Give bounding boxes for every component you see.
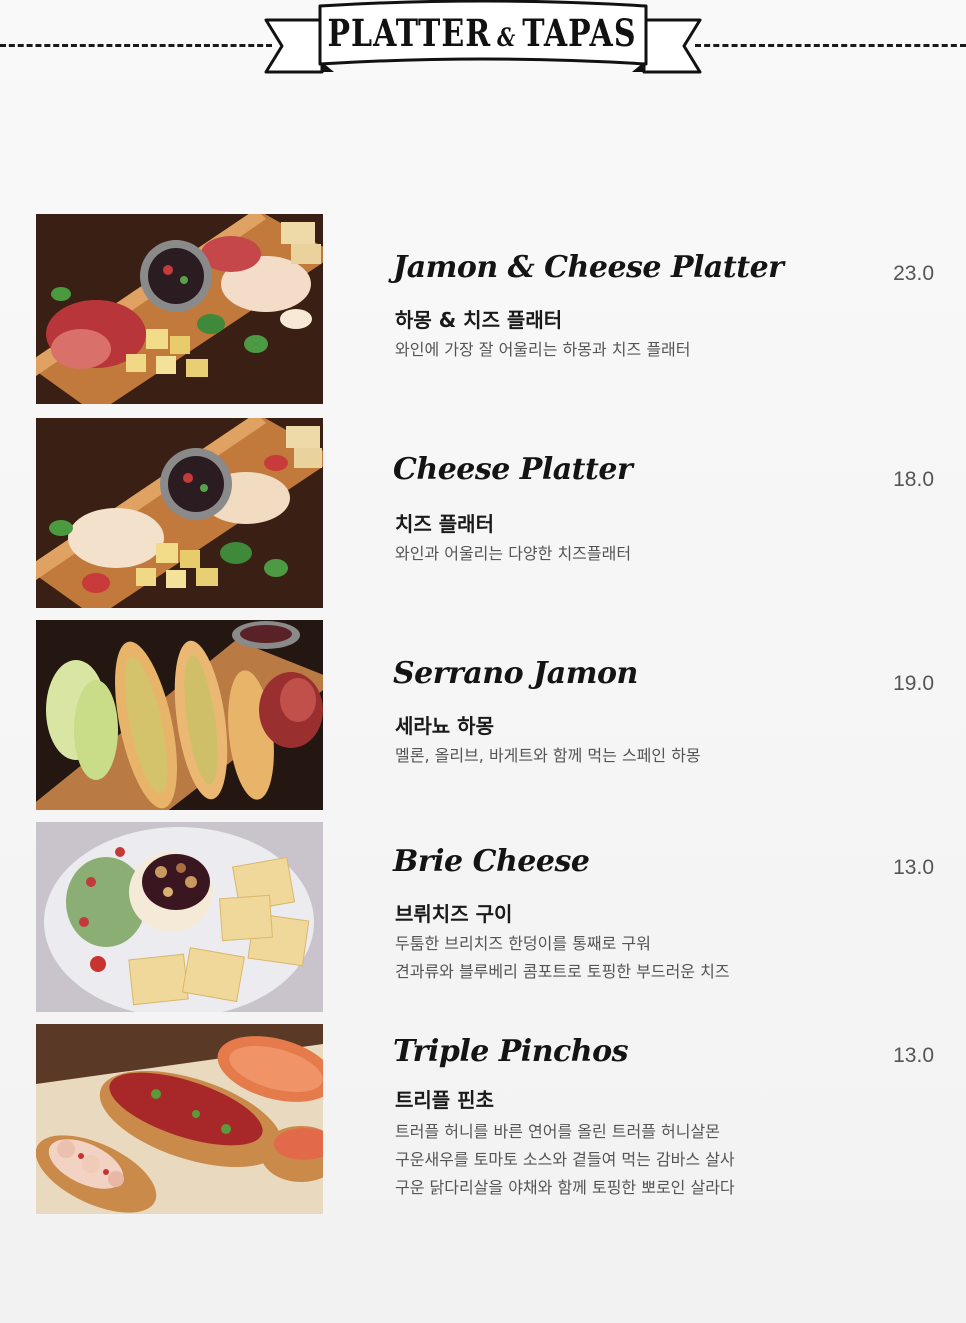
dish-name-en: Cheese Platter <box>393 452 633 487</box>
page-header: PLATTER & TAPAS <box>0 0 966 90</box>
dish-name-ko: 세라뇨 하몽 <box>395 714 494 738</box>
menu-item-serrano-jamon: Serrano Jamon 세라뇨 하몽 멜론, 올리브, 바게트와 함께 먹는… <box>36 620 936 810</box>
dish-name-ko: 하몽 & 치즈 플래터 <box>395 308 563 332</box>
page-title: PLATTER & TAPAS <box>320 12 644 56</box>
dish-photo-cheese-platter <box>36 418 323 608</box>
dish-price: 13.0 <box>893 1044 934 1067</box>
dish-name-ko: 트리플 핀초 <box>395 1088 494 1112</box>
header-dashed-line-right <box>695 44 966 47</box>
dish-description: 멜론, 올리브, 바게트와 함께 먹는 스페인 하몽 <box>395 742 701 770</box>
dish-photo-triple-pinchos <box>36 1024 323 1214</box>
dish-description-line: 구운 닭다리살을 야채와 함께 토핑한 뽀로인 살라다 <box>395 1178 735 1197</box>
dish-price: 18.0 <box>893 468 934 491</box>
dish-photo-serrano-jamon <box>36 620 323 810</box>
header-dashed-line-left <box>0 44 272 47</box>
menu-item-brie-cheese: Brie Cheese 브뤼치즈 구이 두툼한 브리치즈 한덩이를 통째로 구워… <box>36 822 936 1012</box>
dish-description: 와인에 가장 잘 어울리는 하몽과 치즈 플래터 <box>395 336 690 364</box>
title-word-tapas: TAPAS <box>522 12 637 56</box>
title-word-platter: PLATTER <box>327 12 492 56</box>
dish-photo-jamon-cheese-platter <box>36 214 323 404</box>
dish-description-line: 트러플 허니를 바른 연어를 올린 트러플 허니살몬 <box>395 1122 720 1141</box>
dish-description: 두툼한 브리치즈 한덩이를 통째로 구워 견과류와 블루베리 콤포트로 토핑한 … <box>395 930 730 986</box>
dish-name-ko: 브뤼치즈 구이 <box>395 902 513 926</box>
dish-description-line: 두툼한 브리치즈 한덩이를 통째로 구워 <box>395 934 651 953</box>
dish-description-line: 멜론, 올리브, 바게트와 함께 먹는 스페인 하몽 <box>395 746 701 765</box>
menu-item-triple-pinchos: Triple Pinchos 트리플 핀초 트러플 허니를 바른 연어를 올린 … <box>36 1024 936 1214</box>
dish-description-line: 와인과 어울리는 다양한 치즈플래터 <box>395 544 632 563</box>
ribbon-banner-icon: PLATTER & TAPAS <box>262 0 704 82</box>
dish-description: 트러플 허니를 바른 연어를 올린 트러플 허니살몬 구운새우를 토마토 소스와… <box>395 1118 735 1202</box>
dish-description: 와인과 어울리는 다양한 치즈플래터 <box>395 540 631 568</box>
dish-photo-brie-cheese <box>36 822 323 1012</box>
title-ampersand: & <box>497 22 517 52</box>
dish-name-en: Triple Pinchos <box>393 1034 629 1069</box>
dish-name-en: Serrano Jamon <box>393 656 638 691</box>
dish-price: 23.0 <box>893 262 934 285</box>
menu-item-cheese-platter: Cheese Platter 치즈 플래터 와인과 어울리는 다양한 치즈플래터… <box>36 418 936 608</box>
dish-name-ko: 치즈 플래터 <box>395 512 494 536</box>
dish-price: 19.0 <box>893 672 934 695</box>
dish-description-line: 와인에 가장 잘 어울리는 하몽과 치즈 플래터 <box>395 340 691 359</box>
menu-item-jamon-cheese-platter: Jamon & Cheese Platter 하몽 & 치즈 플래터 와인에 가… <box>36 214 936 404</box>
dish-description-line: 견과류와 블루베리 콤포트로 토핑한 부드러운 치즈 <box>395 962 730 981</box>
dish-description-line: 구운새우를 토마토 소스와 곁들여 먹는 감바스 살사 <box>395 1150 735 1169</box>
dish-price: 13.0 <box>893 856 934 879</box>
dish-name-en: Brie Cheese <box>393 844 590 879</box>
dish-name-en: Jamon & Cheese Platter <box>393 250 784 285</box>
